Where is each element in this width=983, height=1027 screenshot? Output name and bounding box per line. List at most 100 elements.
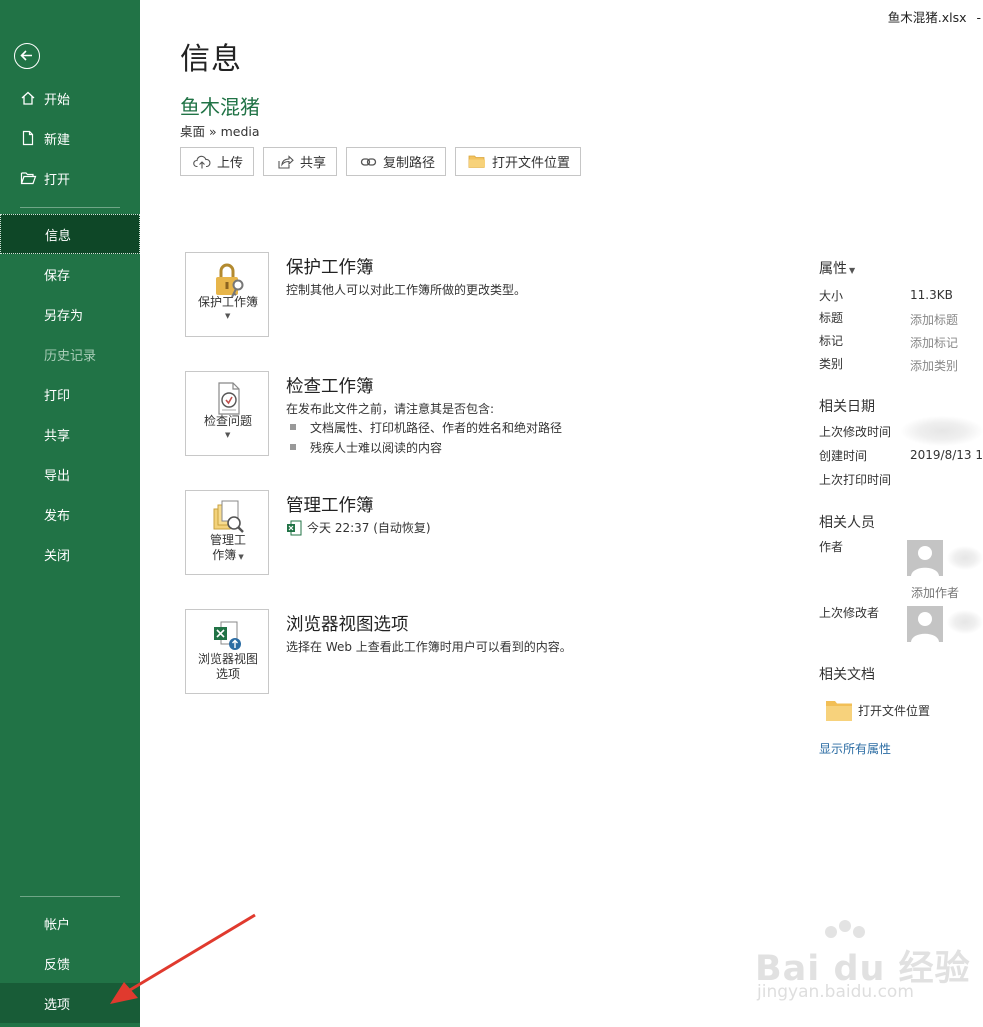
baidu-watermark: Bai du 经验 jingyan.baidu.com — [755, 918, 970, 1008]
sidebar-item-label: 另存为 — [44, 308, 84, 324]
folder-icon — [826, 701, 852, 721]
sidebar-item-close[interactable]: 关闭 — [0, 534, 140, 574]
browser-view-options-button[interactable]: 浏览器视图 选项 — [185, 609, 269, 694]
person-icon — [911, 546, 939, 576]
document-name: 鱼木混猪 — [180, 95, 260, 119]
property-label: 上次修改者 — [819, 606, 880, 620]
manage-tile-label-line2: 作簿 ▼ — [188, 548, 268, 565]
folder-icon — [468, 153, 486, 171]
redacted-value — [901, 416, 983, 446]
share-icon — [276, 153, 294, 171]
sidebar-item-label: 历史记录 — [44, 348, 97, 364]
protect-workbook-button[interactable]: 保护工作簿 ▼ — [185, 252, 269, 337]
backstage-main: 鱼木混猪.xlsx - 信息 鱼木混猪 桌面 » media 上传 共享 复制路… — [140, 0, 983, 1027]
property-label: 作者 — [819, 540, 844, 554]
browser-desc: 选择在 Web 上查看此工作簿时用户可以看到的内容。 — [286, 640, 572, 654]
manage-title: 管理工作簿 — [286, 496, 374, 516]
sidebar-item-share[interactable]: 共享 — [0, 414, 140, 454]
open-location-text: 打开文件位置 — [858, 703, 931, 718]
redacted-value — [947, 546, 983, 570]
excel-web-icon — [214, 621, 241, 650]
bullet-text: 文档属性、打印机路径、作者的姓名和绝对路径 — [310, 421, 563, 435]
created-date-value: 2019/8/13 15 — [910, 448, 983, 462]
dropdown-caret-icon: ▼ — [238, 553, 244, 561]
link-icon — [359, 153, 377, 171]
sidebar-item-label: 打印 — [44, 388, 71, 404]
sidebar-item-label: 打开 — [44, 172, 71, 188]
manage-tile-label-line1: 管理工 — [209, 533, 246, 547]
home-icon — [19, 89, 37, 107]
sidebar-item-save[interactable]: 保存 — [0, 254, 140, 294]
share-button[interactable]: 共享 — [263, 147, 338, 176]
tags-property-input[interactable]: 添加标记 — [910, 334, 958, 351]
sidebar-item-print[interactable]: 打印 — [0, 374, 140, 414]
autosave-version-item[interactable]: 今天 22:37 (自动恢复) — [286, 519, 431, 536]
autosave-label: 今天 22:37 (自动恢复) — [307, 521, 431, 535]
property-label: 上次修改时间 — [819, 425, 892, 439]
sidebar-item-label: 新建 — [44, 132, 71, 148]
upload-button[interactable]: 上传 — [180, 147, 255, 176]
sidebar-item-label: 帐户 — [44, 917, 71, 933]
dropdown-caret-icon: ▼ — [225, 431, 231, 439]
sidebar-item-open[interactable]: 打开 — [0, 158, 140, 198]
sidebar-item-info[interactable]: 信息 — [0, 214, 140, 254]
copy-path-button[interactable]: 复制路径 — [346, 147, 447, 176]
title-suffix: - — [976, 10, 981, 25]
browser-tile-label-line2: 选项 — [215, 667, 240, 681]
open-folder-icon — [19, 169, 37, 187]
manage-versions-icon — [213, 500, 244, 533]
sidebar-item-label: 信息 — [45, 228, 72, 244]
annotation-arrow-icon — [110, 913, 256, 1004]
check-for-issues-button[interactable]: 检查问题 ▼ — [185, 371, 269, 456]
property-label: 标记 — [819, 334, 844, 348]
inspect-bullet: 残疾人士难以阅读的内容 — [290, 439, 442, 456]
sidebar-item-label: 共享 — [44, 428, 71, 444]
show-all-properties-link[interactable]: 显示所有属性 — [819, 740, 891, 757]
share-label: 共享 — [300, 156, 327, 171]
browser-tile-label-line1: 浏览器视图 — [197, 652, 258, 666]
property-label: 类别 — [819, 357, 844, 371]
protect-tile-label: 保护工作簿 — [197, 295, 258, 309]
sidebar-item-export[interactable]: 导出 — [0, 454, 140, 494]
back-button[interactable] — [14, 43, 40, 69]
sidebar-item-label: 导出 — [44, 468, 71, 484]
inspect-title: 检查工作簿 — [286, 377, 374, 397]
copy-path-label: 复制路径 — [383, 156, 436, 171]
sidebar-item-label: 保存 — [44, 268, 71, 284]
related-documents-header: 相关文档 — [819, 667, 875, 683]
property-label: 标题 — [819, 311, 844, 325]
dropdown-caret-icon: ▼ — [225, 312, 231, 320]
sidebar-item-home[interactable]: 开始 — [0, 78, 140, 118]
author-avatar — [907, 540, 943, 576]
add-author-input[interactable]: 添加作者 — [911, 584, 959, 601]
cloud-upload-icon — [193, 153, 211, 171]
related-people-header: 相关人员 — [819, 515, 875, 531]
sidebar-item-history: 历史记录 — [0, 334, 140, 374]
page-title: 信息 — [180, 42, 242, 77]
property-label: 上次打印时间 — [819, 473, 892, 487]
protect-desc: 控制其他人可以对此工作簿所做的更改类型。 — [286, 283, 527, 297]
document-path: 桌面 » media — [180, 124, 260, 139]
dropdown-caret-icon: ▼ — [849, 266, 856, 275]
sidebar-divider — [20, 896, 120, 897]
sidebar-item-save-as[interactable]: 另存为 — [0, 294, 140, 334]
category-property-input[interactable]: 添加类别 — [910, 357, 958, 374]
manage-tile-label-text: 作簿 — [212, 548, 237, 562]
sidebar-item-label: 关闭 — [44, 548, 71, 564]
open-file-location-link[interactable]: 打开文件位置 — [825, 698, 930, 722]
title-property-input[interactable]: 添加标题 — [910, 311, 958, 328]
inspect-bullet: 文档属性、打印机路径、作者的姓名和绝对路径 — [290, 419, 562, 436]
sidebar-item-label: 开始 — [44, 92, 71, 108]
info-toolbar: 上传 共享 复制路径 打开文件位置 — [180, 147, 590, 176]
open-location-label: 打开文件位置 — [492, 156, 571, 171]
open-file-location-button[interactable]: 打开文件位置 — [455, 147, 582, 176]
sidebar-item-publish[interactable]: 发布 — [0, 494, 140, 534]
properties-dropdown[interactable]: 属性 ▼ — [819, 258, 855, 278]
sidebar-item-label: 选项 — [44, 997, 71, 1013]
browser-title: 浏览器视图选项 — [286, 615, 409, 635]
inspect-desc: 在发布此文件之前，请注意其是否包含: — [286, 402, 495, 416]
manage-workbook-button[interactable]: 管理工 作簿 ▼ — [185, 490, 269, 575]
lock-key-icon — [216, 263, 244, 298]
property-label: 大小 — [819, 289, 844, 303]
sidebar-item-new[interactable]: 新建 — [0, 118, 140, 158]
